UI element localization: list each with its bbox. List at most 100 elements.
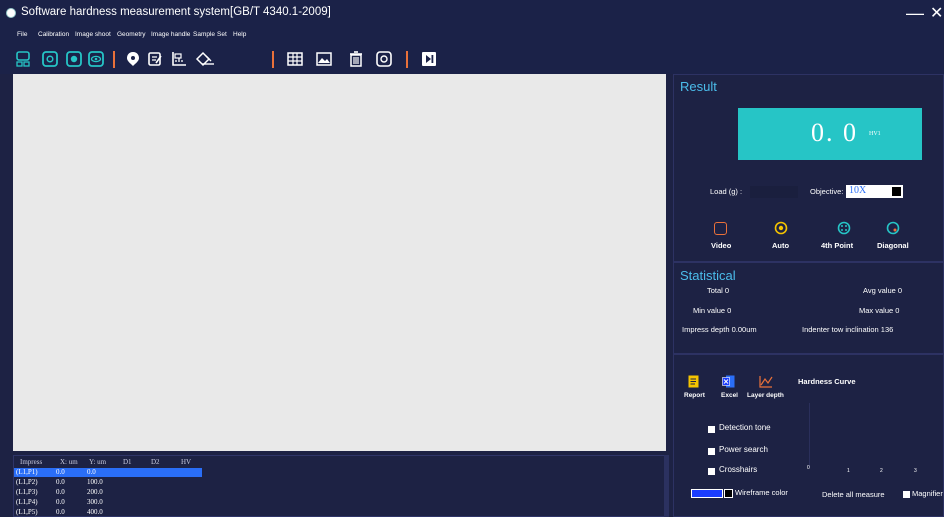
detection-tone-checkbox[interactable] xyxy=(708,426,715,433)
image-icon[interactable] xyxy=(316,51,332,67)
crosshairs-label: Crosshairs xyxy=(719,465,758,474)
row-y: 400.0 xyxy=(87,508,103,516)
menu-help[interactable]: Help xyxy=(233,31,246,38)
mode-4th-point-label[interactable]: 4th Point xyxy=(821,241,853,250)
delete-all-measure-button[interactable]: Delete all measure xyxy=(822,490,885,499)
eraser-icon[interactable] xyxy=(194,51,216,67)
pin-icon[interactable] xyxy=(125,51,141,67)
menu-file[interactable]: File xyxy=(17,31,27,38)
result-panel: Result 0. 0 HV1 Load (g) : Objective: 10… xyxy=(673,74,944,262)
row-y: 300.0 xyxy=(87,498,103,506)
app-logo-icon xyxy=(6,8,16,18)
table-row[interactable]: (L1,P3) 0.0 200.0 xyxy=(14,488,204,497)
menu-bar: File Calibration Image shoot Geometry Im… xyxy=(0,28,944,44)
table-icon[interactable] xyxy=(287,51,303,67)
row-y: 100.0 xyxy=(87,478,103,486)
result-display: 0. 0 HV1 xyxy=(738,108,922,160)
table-scrollbar[interactable] xyxy=(664,455,669,517)
magnifier-checkbox[interactable] xyxy=(903,491,910,498)
row-y: 0.0 xyxy=(87,468,96,476)
capture-icon[interactable] xyxy=(42,51,58,67)
hardness-value: 0. 0 xyxy=(811,118,858,147)
load-input[interactable] xyxy=(750,186,798,198)
toolbar-separator xyxy=(406,51,408,68)
stat-max: Max value 0 xyxy=(859,306,900,315)
table-row[interactable]: (L1,P2) 0.0 100.0 xyxy=(14,478,204,487)
row-x: 0.0 xyxy=(56,478,65,486)
close-button[interactable]: ✕ xyxy=(930,5,943,23)
stat-depth: Impress depth 0.00um xyxy=(682,325,757,334)
stat-min: Min value 0 xyxy=(693,306,732,315)
measure-icon[interactable] xyxy=(171,51,187,67)
row-x: 0.0 xyxy=(56,488,65,496)
excel-button[interactable]: Excel xyxy=(721,392,738,399)
circle-icon[interactable] xyxy=(376,51,392,67)
auto-icon[interactable] xyxy=(774,221,788,235)
row-y: 200.0 xyxy=(87,488,103,496)
wireframe-color-swatch[interactable] xyxy=(691,489,723,498)
magnifier-label: Magnifier xyxy=(912,489,943,498)
eye-icon[interactable] xyxy=(88,51,104,67)
menu-geometry[interactable]: Geometry xyxy=(117,31,146,38)
stat-avg: Avg value 0 xyxy=(863,286,903,295)
tools-panel: Report Excel Layer depth Hardness Curve … xyxy=(673,354,944,517)
mode-auto-label[interactable]: Auto xyxy=(772,241,789,250)
table-row[interactable]: (L1,P5) 0.0 400.0 xyxy=(14,508,204,516)
table-row[interactable]: (L1,P1) 0.0 0.0 xyxy=(14,468,202,477)
toolbar-separator xyxy=(272,51,274,68)
row-id: (L1,P4) xyxy=(16,498,38,506)
report-button[interactable]: Report xyxy=(684,392,705,399)
diagonal-icon[interactable] xyxy=(886,221,900,235)
toolbar xyxy=(0,44,944,74)
toolbar-separator xyxy=(113,51,115,68)
curve-tick: 2 xyxy=(880,468,883,474)
window-title: Software hardness measurement system[GB/… xyxy=(21,6,331,18)
record-icon[interactable] xyxy=(66,51,82,67)
title-bar: Software hardness measurement system[GB/… xyxy=(0,0,944,28)
table-row[interactable]: (L1,P4) 0.0 300.0 xyxy=(14,498,204,507)
statistical-title: Statistical xyxy=(680,268,736,283)
stat-total: Total 0 xyxy=(707,286,730,295)
image-canvas[interactable] xyxy=(13,74,666,451)
load-label: Load (g) : xyxy=(710,187,743,196)
detection-tone-label: Detection tone xyxy=(719,423,771,432)
row-id: (L1,P1) xyxy=(16,468,38,476)
menu-sample[interactable]: Sample xyxy=(193,31,215,38)
menu-image-handle[interactable]: Image handle xyxy=(151,31,190,38)
report-icon[interactable] xyxy=(688,375,699,388)
column-header: HV xyxy=(181,458,192,466)
hardness-unit: HV1 xyxy=(869,131,881,137)
menu-calibration[interactable]: Calibration xyxy=(38,31,69,38)
layer-depth-icon[interactable] xyxy=(759,375,773,388)
column-header: D1 xyxy=(123,458,132,466)
curve-tick: 1 xyxy=(847,468,850,474)
minimize-button[interactable]: — xyxy=(906,4,924,22)
row-x: 0.0 xyxy=(56,508,65,516)
camera-settings-icon[interactable] xyxy=(16,51,32,67)
layer-depth-button[interactable]: Layer depth xyxy=(747,392,784,399)
column-header: Y: um xyxy=(89,458,107,466)
hardness-curve-plot xyxy=(809,403,943,467)
delete-icon[interactable] xyxy=(348,51,364,67)
crosshairs-checkbox[interactable] xyxy=(708,468,715,475)
row-x: 0.0 xyxy=(56,468,65,476)
play-icon[interactable] xyxy=(421,51,437,67)
edit-icon[interactable] xyxy=(147,51,163,67)
row-x: 0.0 xyxy=(56,498,65,506)
column-header: X: um xyxy=(60,458,78,466)
power-search-checkbox[interactable] xyxy=(708,448,715,455)
mode-diagonal-label[interactable]: Diagonal xyxy=(877,241,909,250)
video-icon[interactable] xyxy=(714,222,727,235)
mode-video-label[interactable]: Video xyxy=(711,241,731,250)
menu-image-shoot[interactable]: Image shoot xyxy=(75,31,111,38)
chevron-down-icon[interactable] xyxy=(891,186,902,197)
chevron-down-icon[interactable] xyxy=(724,489,733,498)
power-search-label: Power search xyxy=(719,445,768,454)
four-point-icon[interactable] xyxy=(837,221,851,235)
wireframe-color-label: Wireframe color xyxy=(735,488,788,497)
hardness-curve-title: Hardness Curve xyxy=(798,377,856,386)
menu-set[interactable]: Set xyxy=(217,31,227,38)
measurement-table: Impress X: um Y: um D1 D2 HV (L1,P1) 0.0… xyxy=(13,455,669,517)
excel-icon[interactable] xyxy=(722,375,735,388)
objective-select[interactable]: 10X xyxy=(846,185,903,198)
